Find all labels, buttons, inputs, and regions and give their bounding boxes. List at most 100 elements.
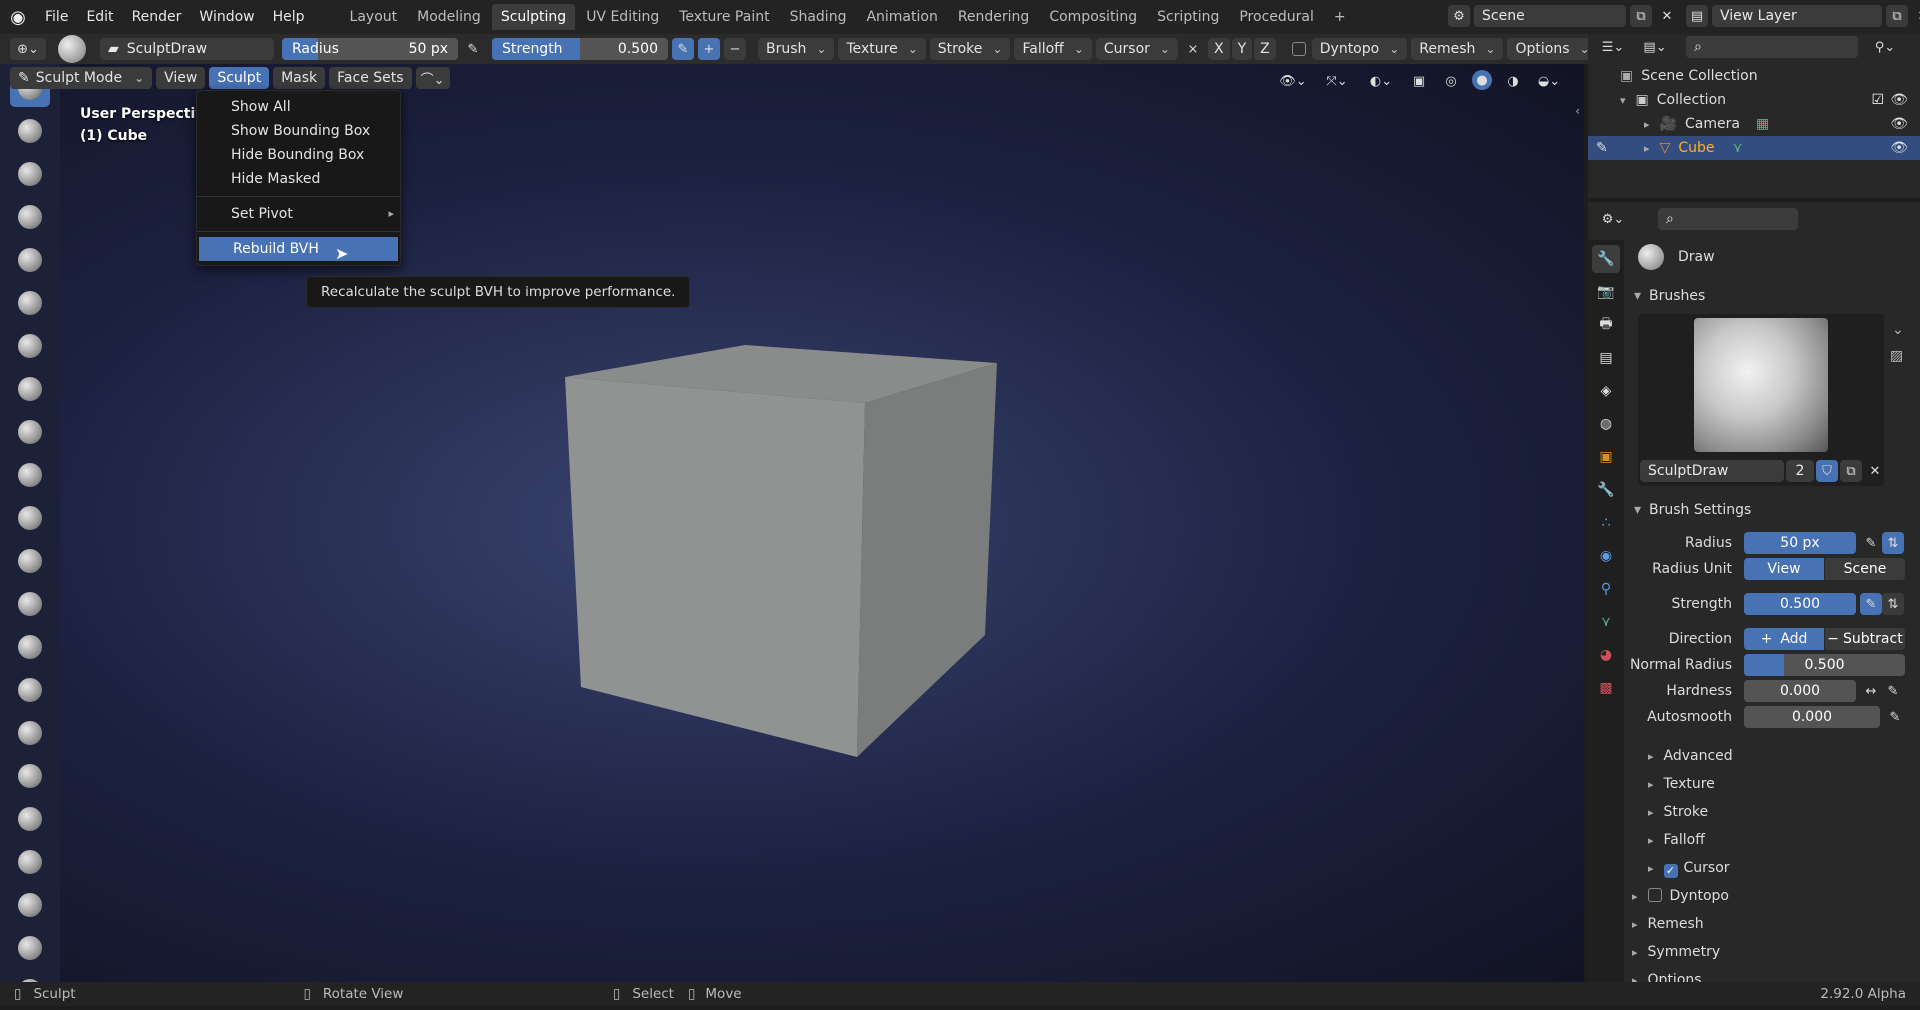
- menu-help[interactable]: Help: [264, 0, 314, 34]
- brushes-panel-header[interactable]: Brushes: [1634, 288, 1705, 304]
- tool-pinch[interactable]: [10, 671, 50, 709]
- properties-search-input[interactable]: ⌕: [1658, 208, 1798, 230]
- menu-face-sets[interactable]: Face Sets: [329, 67, 412, 89]
- scene-selector-icon[interactable]: ⚙: [1448, 5, 1470, 27]
- radius-pressure-icon[interactable]: ✎: [1860, 532, 1882, 554]
- brush-preview-icon[interactable]: [58, 35, 86, 63]
- brush-name-field[interactable]: ▰ SculptDraw: [100, 38, 274, 60]
- tool-fill[interactable]: [10, 542, 50, 580]
- eye-icon[interactable]: 👁: [1890, 140, 1908, 156]
- outliner-editor-icon[interactable]: ☰⌄: [1596, 36, 1630, 58]
- tab-scripting[interactable]: Scripting: [1148, 4, 1228, 30]
- dyntopo-panel-checkbox[interactable]: [1647, 888, 1662, 902]
- world-tab-icon[interactable]: ◍: [1592, 410, 1620, 438]
- tool-elastic-deform[interactable]: [10, 757, 50, 795]
- direction-add-button[interactable]: + Add: [1744, 628, 1824, 650]
- dyntopo-panel[interactable]: Dyntopo: [1632, 888, 1729, 904]
- mode-dropdown[interactable]: ✎ Sculpt Mode: [10, 67, 153, 89]
- outliner-row-scene-collection[interactable]: ▣ Scene Collection: [1588, 64, 1920, 88]
- new-scene-icon[interactable]: ⧉: [1630, 5, 1652, 27]
- autosmooth-slider[interactable]: 0.000: [1744, 706, 1880, 728]
- autosmooth-pressure-icon[interactable]: ✎: [1884, 706, 1906, 728]
- tab-compositing[interactable]: Compositing: [1040, 4, 1146, 30]
- tab-uv-editing[interactable]: UV Editing: [577, 4, 668, 30]
- hardness-slider[interactable]: 0.000: [1744, 680, 1856, 702]
- tab-animation[interactable]: Animation: [857, 4, 946, 30]
- cursor-subpanel[interactable]: ✓Cursor: [1648, 860, 1730, 878]
- tab-texture-paint[interactable]: Texture Paint: [670, 4, 778, 30]
- brush-dropdown[interactable]: Brush: [758, 38, 835, 60]
- brush-settings-panel-header[interactable]: Brush Settings: [1634, 502, 1751, 518]
- outliner-row-cube[interactable]: ✎ ▸ ▽ Cube ⋎ 👁: [1588, 136, 1920, 160]
- tool-tab-icon[interactable]: 🔧: [1592, 245, 1620, 273]
- radius-slider[interactable]: Radius 50 px: [282, 38, 458, 60]
- direction-add-icon[interactable]: +: [698, 38, 720, 60]
- properties-editor-icon[interactable]: ⚙⌄: [1596, 208, 1630, 230]
- display-mode-icon[interactable]: ▤⌄: [1638, 36, 1672, 58]
- tool-blob[interactable]: [10, 370, 50, 408]
- axis-x-toggle[interactable]: X: [1208, 38, 1230, 60]
- menu-item-rebuild-bvh[interactable]: Rebuild BVH: [199, 237, 398, 261]
- stroke-dropdown[interactable]: Stroke: [929, 38, 1011, 60]
- brush-users-count[interactable]: 2: [1786, 460, 1814, 482]
- texture-dropdown[interactable]: Texture: [838, 38, 926, 60]
- tool-clay-strips[interactable]: [10, 198, 50, 236]
- eye-icon[interactable]: 👁: [1890, 92, 1908, 108]
- material-tab-icon[interactable]: ◕: [1592, 641, 1620, 669]
- scene-tab-icon[interactable]: ◈: [1592, 377, 1620, 405]
- collection-checkbox-icon[interactable]: ☑: [1871, 92, 1884, 108]
- tool-smooth[interactable]: [10, 456, 50, 494]
- strength-pressure-icon[interactable]: ✎: [672, 38, 694, 60]
- tab-layout[interactable]: Layout: [341, 4, 407, 30]
- constraints-tab-icon[interactable]: ⚲: [1592, 575, 1620, 603]
- stroke-subpanel[interactable]: Stroke: [1648, 804, 1709, 820]
- menu-edit[interactable]: Edit: [77, 0, 122, 34]
- tool-thumb[interactable]: [10, 843, 50, 881]
- dyntopo-dropdown[interactable]: Dyntopo: [1311, 38, 1408, 60]
- tool-nudge[interactable]: [10, 929, 50, 967]
- direction-subtract-button[interactable]: − Subtract: [1825, 628, 1905, 650]
- falloff-subpanel[interactable]: Falloff: [1648, 832, 1705, 848]
- stroke-method-icon[interactable]: ⌒⌄: [415, 67, 450, 89]
- tool-clay-thumb[interactable]: [10, 241, 50, 279]
- advanced-subpanel[interactable]: Advanced: [1648, 748, 1733, 764]
- duplicate-brush-icon[interactable]: ⧉: [1840, 460, 1862, 482]
- remove-scene-icon[interactable]: ✕: [1656, 5, 1678, 27]
- tool-scrape[interactable]: [10, 585, 50, 623]
- tool-crease[interactable]: [10, 413, 50, 451]
- fake-user-icon[interactable]: ⛉: [1816, 460, 1838, 482]
- view-layer-tab-icon[interactable]: ▤: [1592, 344, 1620, 372]
- remesh-panel[interactable]: Remesh: [1632, 916, 1704, 932]
- modifier-tab-icon[interactable]: 🔧: [1592, 476, 1620, 504]
- menu-window[interactable]: Window: [190, 0, 263, 34]
- menu-item-show-all[interactable]: Show All: [197, 95, 400, 119]
- hardness-pressure-icon[interactable]: ✎: [1882, 680, 1904, 702]
- tab-sculpting[interactable]: Sculpting: [491, 4, 576, 30]
- tool-clay[interactable]: [10, 155, 50, 193]
- falloff-dropdown[interactable]: Falloff: [1014, 38, 1092, 60]
- physics-tab-icon[interactable]: ◉: [1592, 542, 1620, 570]
- tab-procedural[interactable]: Procedural: [1230, 4, 1323, 30]
- remove-view-layer-icon[interactable]: ✕: [1912, 5, 1920, 27]
- options-dropdown[interactable]: Options: [1507, 38, 1598, 60]
- texture-subpanel[interactable]: Texture: [1648, 776, 1715, 792]
- brush-datablock-field[interactable]: SculptDraw: [1640, 460, 1784, 482]
- radius-field[interactable]: 50 px: [1744, 532, 1856, 554]
- symmetry-panel[interactable]: Symmetry: [1632, 944, 1721, 960]
- axis-y-toggle[interactable]: Y: [1231, 38, 1253, 60]
- brush-image-icon[interactable]: ▨: [1890, 348, 1903, 364]
- texture-tab-icon[interactable]: ▩: [1592, 674, 1620, 702]
- filter-icon[interactable]: ⚲⌄: [1868, 36, 1902, 58]
- outliner-search-input[interactable]: ⌕: [1686, 36, 1858, 58]
- outliner-row-camera[interactable]: ▸ 🎥 Camera ▦ 👁: [1588, 112, 1920, 136]
- tool-layer[interactable]: [10, 284, 50, 322]
- normal-radius-slider[interactable]: 0.500: [1744, 654, 1905, 676]
- menu-file[interactable]: File: [36, 0, 77, 34]
- strength-pressure-toggle-icon[interactable]: ⇅: [1882, 593, 1904, 615]
- output-tab-icon[interactable]: 🖶: [1592, 311, 1620, 339]
- strength-field[interactable]: 0.500: [1744, 593, 1856, 615]
- brush-list-dropdown-icon[interactable]: ⌄: [1892, 322, 1904, 338]
- tool-multiplane-scrape[interactable]: [10, 628, 50, 666]
- tool-pose[interactable]: [10, 886, 50, 924]
- menu-mask[interactable]: Mask: [273, 67, 326, 89]
